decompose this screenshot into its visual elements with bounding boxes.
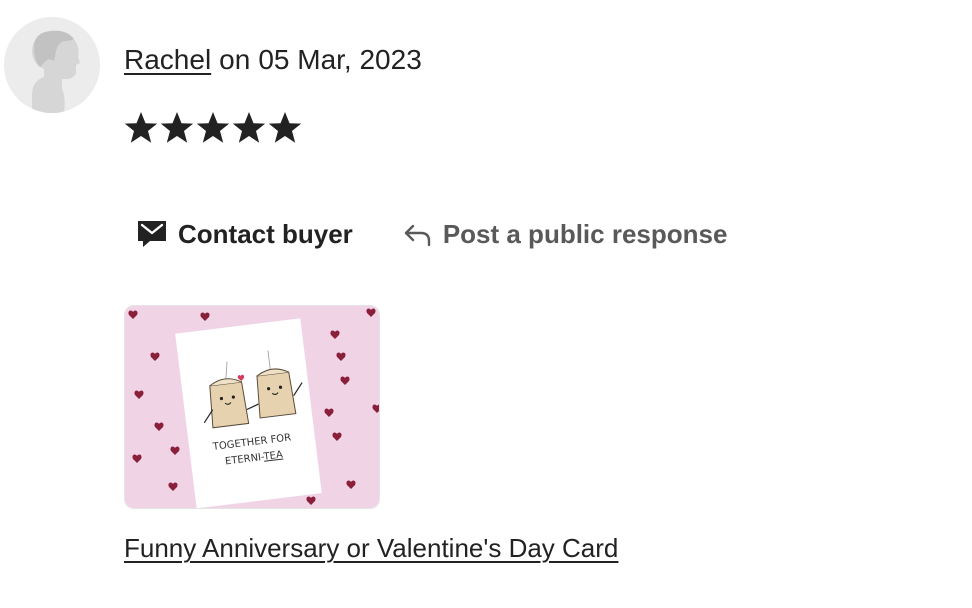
product-thumbnail[interactable]: TOGETHER FOR ETERNI-TEA [124, 305, 380, 509]
star-icon [268, 106, 302, 150]
post-public-response-label: Post a public response [442, 218, 728, 249]
product-title-link[interactable]: Funny Anniversary or Valentine's Day Car… [124, 530, 618, 566]
contact-buyer-button[interactable]: Contact buyer [136, 219, 353, 250]
greeting-card-image: TOGETHER FOR ETERNI-TEA [125, 306, 379, 508]
review-header: Rachel on 05 Mar, 2023 [124, 42, 422, 78]
review-card: Rachel on 05 Mar, 2023 Contact buyer Post … [0, 0, 972, 608]
reviewer-name-link[interactable]: Rachel [124, 44, 211, 75]
review-date: 05 Mar, 2023 [258, 44, 422, 75]
star-icon [232, 106, 266, 150]
avatar[interactable] [4, 17, 100, 113]
star-icon [124, 106, 158, 150]
contact-buyer-label: Contact buyer [178, 218, 353, 249]
star-rating [124, 106, 302, 150]
post-public-response-button[interactable]: Post a public response [403, 218, 728, 250]
star-icon [196, 106, 230, 150]
star-icon [160, 106, 194, 150]
envelope-icon [138, 221, 166, 247]
date-prefix: on [219, 44, 251, 75]
reply-arrow-icon [404, 224, 431, 247]
review-actions: Contact buyer Post a public response [136, 212, 727, 256]
default-user-silhouette-icon [4, 17, 100, 113]
